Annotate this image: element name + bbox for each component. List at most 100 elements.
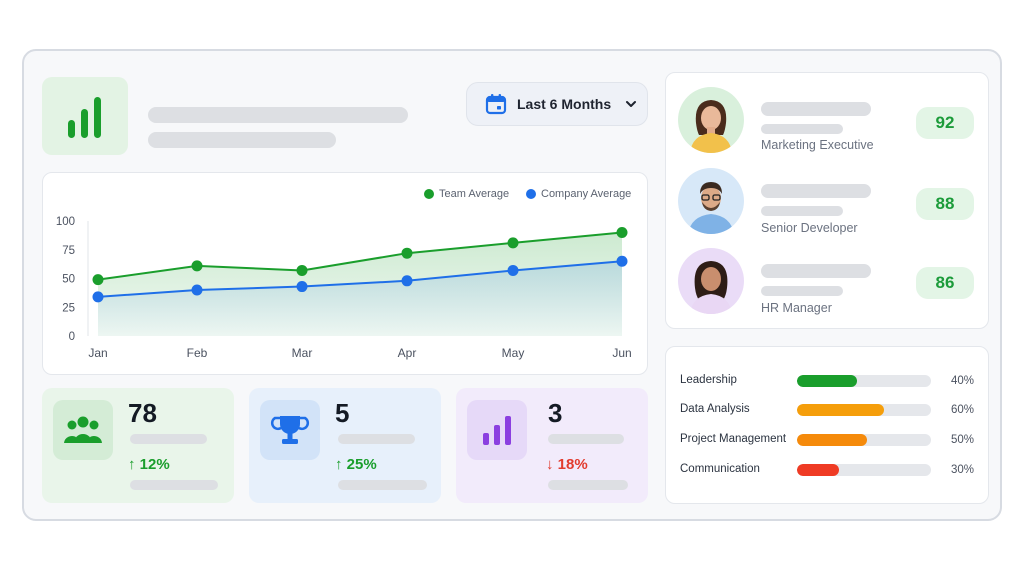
stat-change-value: 18%	[557, 456, 588, 473]
trophy-icon	[270, 416, 310, 444]
stat-card-members[interactable]: 78 ↑ 12%	[42, 388, 234, 503]
x-tick-label: Jun	[612, 346, 631, 360]
legend-company-dot	[526, 189, 536, 199]
y-tick-label: 100	[56, 216, 75, 228]
skill-percent: 50%	[951, 434, 975, 446]
calendar-icon	[485, 94, 507, 115]
arrow-up-icon: ↑	[128, 456, 136, 473]
x-tick-label: Mar	[292, 346, 313, 360]
x-tick-label: May	[502, 346, 525, 360]
data-point[interactable]	[616, 227, 628, 238]
arrow-down-icon: ↓	[546, 456, 554, 473]
data-point[interactable]	[92, 291, 104, 303]
stat-label-placeholder	[338, 434, 415, 444]
person-avatar-icon	[690, 100, 732, 153]
y-tick-label: 75	[62, 245, 75, 257]
date-range-label: Last 6 Months	[517, 96, 612, 112]
data-point[interactable]	[191, 284, 203, 296]
stat-label-placeholder	[130, 434, 207, 444]
x-tick-label: Jan	[88, 346, 107, 360]
stat-footer-placeholder	[548, 480, 628, 490]
data-point[interactable]	[296, 281, 308, 293]
detail-placeholder	[761, 286, 843, 296]
app-logo-tile	[42, 77, 128, 155]
skill-name: Leadership	[680, 374, 737, 386]
stat-change-value: 25%	[346, 456, 377, 473]
name-placeholder	[761, 264, 871, 278]
skill-progress-track	[797, 404, 931, 416]
data-point[interactable]	[507, 264, 519, 276]
data-point[interactable]	[401, 275, 413, 287]
stat-change-value: 12%	[139, 456, 170, 473]
chevron-down-icon	[626, 101, 637, 107]
detail-placeholder	[761, 124, 843, 134]
legend-team-dot	[424, 189, 434, 199]
x-tick-label: Feb	[187, 346, 208, 360]
avatar[interactable]	[678, 168, 744, 234]
skill-name: Project Management	[680, 433, 787, 445]
y-tick-label: 50	[62, 274, 75, 286]
data-point[interactable]	[296, 264, 308, 276]
arrow-up-icon: ↑	[335, 456, 343, 473]
skill-progress-track	[797, 464, 931, 476]
person-avatar-icon	[690, 261, 732, 314]
skill-percent: 30%	[951, 464, 975, 476]
data-point[interactable]	[191, 260, 203, 272]
subtitle-placeholder	[148, 132, 336, 148]
stat-value: 3	[548, 398, 563, 428]
skill-percent: 60%	[951, 404, 975, 416]
stat-label-placeholder	[548, 434, 624, 444]
stat-icon-box	[260, 400, 320, 460]
skill-progress-fill	[797, 464, 839, 476]
line-chart: 100 75 50 25 0 Jan Feb Mar Apr May Jun	[56, 216, 632, 360]
skill-progress-track	[797, 375, 931, 387]
person-avatar-icon	[688, 182, 734, 234]
stat-value: 5	[335, 398, 350, 428]
detail-placeholder	[761, 206, 843, 216]
skill-progress-track	[797, 434, 931, 446]
avatar[interactable]	[678, 87, 744, 153]
skills-card	[665, 346, 989, 504]
data-point[interactable]	[507, 237, 519, 249]
stat-icon-box	[467, 400, 527, 460]
score-badge: 88	[916, 188, 974, 220]
title-placeholder	[148, 107, 408, 123]
role-label: HR Manager	[761, 301, 832, 315]
legend-company-label: Company Average	[541, 188, 632, 200]
stat-card-awards[interactable]: 5 ↑ 25%	[249, 388, 441, 503]
bar-chart-logo-icon	[68, 97, 101, 138]
bar-chart-icon	[483, 416, 511, 445]
skill-name: Communication	[680, 463, 760, 475]
legend-team-label: Team Average	[439, 188, 510, 200]
avatar[interactable]	[678, 248, 744, 314]
role-label: Marketing Executive	[761, 138, 874, 152]
date-range-dropdown[interactable]: Last 6 Months	[466, 82, 648, 126]
data-point[interactable]	[401, 247, 413, 259]
skill-percent: 40%	[951, 375, 975, 387]
score-badge: 86	[916, 267, 974, 299]
x-tick-label: Apr	[398, 346, 417, 360]
data-point[interactable]	[92, 274, 104, 286]
role-label: Senior Developer	[761, 221, 858, 235]
skill-progress-fill	[797, 404, 885, 416]
stat-change: ↑ 25%	[335, 456, 377, 473]
legend-company[interactable]: Company Average	[526, 188, 631, 200]
stat-icon-box	[53, 400, 113, 460]
stat-value: 78	[128, 398, 157, 428]
stat-footer-placeholder	[338, 480, 427, 490]
name-placeholder	[761, 102, 871, 116]
legend-team[interactable]: Team Average	[424, 188, 509, 200]
stat-change: ↑ 12%	[128, 456, 170, 473]
stat-card-projects[interactable]: 3 ↓ 18%	[456, 388, 648, 503]
people-icon	[64, 416, 102, 443]
score-badge: 92	[916, 107, 974, 139]
y-tick-label: 25	[62, 302, 75, 314]
y-tick-label: 0	[69, 331, 75, 343]
data-point[interactable]	[616, 255, 628, 267]
name-placeholder	[761, 184, 871, 198]
skill-progress-fill	[797, 434, 867, 446]
skill-progress-fill	[797, 375, 858, 387]
stat-footer-placeholder	[130, 480, 218, 490]
skill-name: Data Analysis	[680, 403, 750, 415]
stat-change: ↓ 18%	[546, 456, 588, 473]
